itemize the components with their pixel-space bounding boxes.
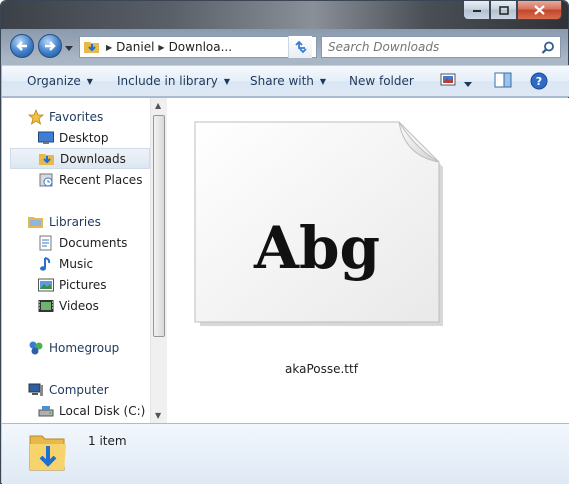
change-view-button[interactable] bbox=[440, 72, 458, 91]
search-input[interactable] bbox=[328, 40, 538, 54]
nav-downloads[interactable]: Downloads bbox=[10, 148, 150, 169]
view-thumbnail-icon bbox=[440, 73, 456, 86]
nav-videos-label: Videos bbox=[59, 298, 99, 313]
nav-libraries[interactable]: Libraries bbox=[28, 211, 150, 232]
scroll-up-arrow[interactable]: ▲ bbox=[155, 101, 161, 110]
homegroup-icon bbox=[28, 340, 44, 356]
nav-desktop-label: Desktop bbox=[59, 130, 109, 145]
nav-pictures-label: Pictures bbox=[59, 277, 107, 292]
breadcrumb-daniel[interactable]: Daniel bbox=[116, 40, 154, 54]
organize-label: Organize bbox=[27, 74, 81, 88]
music-note-icon bbox=[38, 256, 54, 272]
downloads-folder-icon bbox=[39, 151, 55, 167]
downloads-folder-large-icon bbox=[28, 430, 68, 477]
nav-libraries-label: Libraries bbox=[49, 214, 101, 229]
new-folder-label: New folder bbox=[349, 74, 414, 88]
film-icon bbox=[38, 298, 54, 314]
computer-icon bbox=[28, 382, 44, 398]
navigation-row: ▶ Daniel ▶ Downloa... bbox=[7, 31, 563, 61]
file-list-pane: Abg akaPosse.ttf bbox=[167, 98, 569, 423]
hard-drive-icon bbox=[38, 403, 54, 419]
file-item-akaposse[interactable]: Abg bbox=[193, 120, 443, 326]
breadcrumb-separator[interactable]: ▶ bbox=[158, 43, 164, 52]
back-arrow-icon bbox=[16, 41, 27, 51]
nav-local-disk-label: Local Disk (C:) bbox=[59, 403, 146, 418]
breadcrumb-downloads[interactable]: Downloa... bbox=[169, 40, 232, 54]
chevron-down-icon: ▼ bbox=[86, 76, 93, 86]
search-box[interactable] bbox=[321, 36, 561, 58]
nav-local-disk[interactable]: Local Disk (C:) bbox=[38, 400, 150, 421]
item-count: 1 item bbox=[88, 434, 127, 448]
title-bar[interactable] bbox=[1, 1, 568, 29]
nav-favorites[interactable]: Favorites bbox=[28, 106, 150, 127]
navigation-pane: Favorites Desktop Downloads Recent Place… bbox=[2, 98, 150, 423]
preview-pane-icon bbox=[494, 72, 512, 88]
help-button[interactable]: ? bbox=[530, 72, 548, 93]
maximize-icon bbox=[498, 5, 509, 15]
command-bar: Organize ▼ Include in library ▼ Share with… bbox=[2, 65, 569, 97]
refresh-button[interactable] bbox=[288, 36, 312, 58]
close-icon bbox=[534, 5, 545, 15]
nav-computer[interactable]: Computer bbox=[28, 379, 150, 400]
address-bar[interactable]: ▶ Daniel ▶ Downloa... bbox=[79, 36, 317, 58]
refresh-icon bbox=[294, 40, 307, 54]
file-name-label[interactable]: akaPosse.ttf bbox=[285, 362, 358, 376]
nav-documents[interactable]: Documents bbox=[38, 232, 150, 253]
breadcrumb-separator[interactable]: ▶ bbox=[106, 43, 112, 52]
back-button[interactable] bbox=[10, 34, 34, 58]
help-icon: ? bbox=[530, 72, 548, 90]
svg-text:?: ? bbox=[536, 75, 542, 88]
include-in-library-menu[interactable]: Include in library ▼ bbox=[117, 74, 230, 88]
nav-favorites-label: Favorites bbox=[49, 109, 104, 124]
nav-desktop[interactable]: Desktop bbox=[38, 127, 150, 148]
scroll-down-arrow[interactable]: ▼ bbox=[155, 411, 161, 420]
star-icon bbox=[28, 108, 44, 125]
chevron-down-icon bbox=[464, 82, 472, 87]
close-button[interactable] bbox=[517, 1, 562, 20]
minimize-button[interactable] bbox=[463, 1, 490, 20]
organize-menu[interactable]: Organize ▼ bbox=[27, 74, 93, 88]
nav-pictures[interactable]: Pictures bbox=[38, 274, 150, 295]
preview-pane-button[interactable] bbox=[494, 72, 512, 91]
chevron-down-icon: ▼ bbox=[223, 76, 231, 86]
include-in-library-label: Include in library bbox=[117, 74, 218, 88]
chevron-down-icon: ▼ bbox=[319, 76, 327, 86]
forward-button[interactable] bbox=[38, 34, 62, 58]
search-icon bbox=[541, 41, 554, 54]
nav-documents-label: Documents bbox=[59, 235, 128, 250]
details-pane: 1 item bbox=[2, 423, 569, 484]
forward-arrow-icon bbox=[45, 41, 56, 51]
font-file-thumbnail: Abg bbox=[194, 121, 443, 326]
caption-buttons bbox=[463, 1, 562, 21]
recent-pages-dropdown[interactable] bbox=[65, 41, 73, 55]
libraries-icon bbox=[28, 214, 44, 230]
desktop-icon bbox=[38, 130, 54, 146]
nav-music-label: Music bbox=[59, 256, 94, 271]
scrollbar-thumb[interactable] bbox=[153, 115, 165, 337]
chevron-down-icon bbox=[65, 46, 73, 51]
nav-videos[interactable]: Videos bbox=[38, 295, 150, 316]
nav-homegroup-label: Homegroup bbox=[49, 340, 120, 355]
font-preview-text: Abg bbox=[253, 214, 380, 282]
maximize-button[interactable] bbox=[490, 1, 517, 20]
view-options-dropdown[interactable] bbox=[464, 77, 472, 91]
explorer-window: ▶ Daniel ▶ Downloa... Organize ▼ Include … bbox=[0, 0, 569, 484]
recent-places-icon bbox=[38, 172, 54, 188]
nav-downloads-label: Downloads bbox=[60, 151, 126, 166]
nav-music[interactable]: Music bbox=[38, 253, 150, 274]
nav-recent-places-label: Recent Places bbox=[59, 172, 143, 187]
pictures-icon bbox=[38, 277, 54, 293]
share-with-menu[interactable]: Share with ▼ bbox=[250, 74, 326, 88]
nav-recent-places[interactable]: Recent Places bbox=[38, 169, 150, 190]
documents-icon bbox=[38, 235, 54, 251]
new-folder-button[interactable]: New folder bbox=[349, 74, 414, 88]
nav-computer-label: Computer bbox=[49, 382, 109, 397]
nav-pane-scrollbar[interactable]: ▲ ▼ bbox=[150, 98, 167, 423]
nav-homegroup[interactable]: Homegroup bbox=[28, 337, 150, 358]
share-with-label: Share with bbox=[250, 74, 314, 88]
minimize-icon bbox=[472, 10, 481, 12]
folder-download-icon bbox=[84, 39, 102, 55]
